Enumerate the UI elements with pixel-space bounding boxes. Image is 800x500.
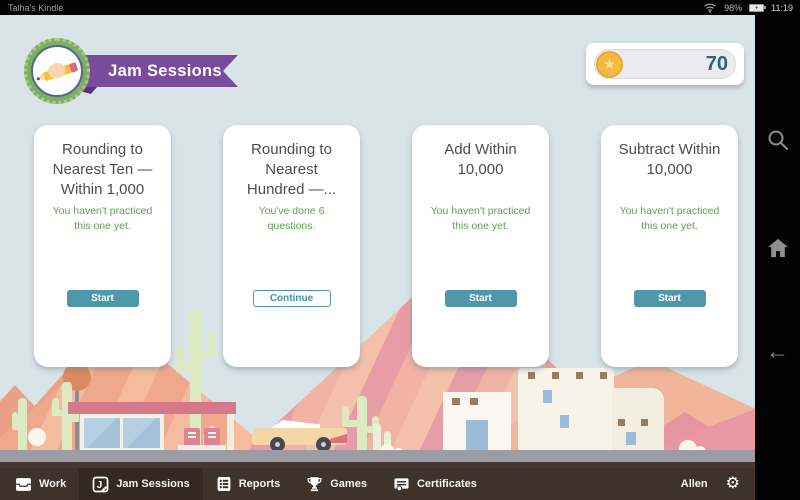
home-icon[interactable] bbox=[767, 238, 789, 258]
start-button[interactable]: Start bbox=[445, 290, 517, 307]
practice-card-rounding-ten: Rounding to Nearest Ten — Within 1,000 Y… bbox=[34, 125, 171, 367]
nav-item-certificates[interactable]: Certificates bbox=[380, 468, 490, 500]
nav-item-jam-sessions[interactable]: J Jam Sessions bbox=[79, 468, 202, 500]
page-title: Jam Sessions bbox=[108, 62, 222, 81]
card-status: You haven't practiced this one yet. bbox=[601, 204, 738, 234]
jam-sessions-pencil-icon: J bbox=[92, 476, 109, 493]
practice-card-subtract: Subtract Within 10,000 You haven't pract… bbox=[601, 125, 738, 367]
canopy-post bbox=[227, 414, 234, 450]
gear-icon[interactable]: ⚙ bbox=[726, 476, 740, 492]
card-title: Rounding to Nearest Hundred —... bbox=[223, 125, 360, 204]
battery-percent: 98% bbox=[724, 3, 742, 13]
card-status: You haven't practiced this one yet. bbox=[34, 204, 171, 234]
start-button[interactable]: Start bbox=[634, 290, 706, 307]
card-title: Rounding to Nearest Ten — Within 1,000 bbox=[34, 125, 171, 204]
adobe-building bbox=[518, 368, 614, 450]
window bbox=[123, 418, 160, 448]
status-bar: Talha's Kindle 98% 11:19 bbox=[0, 0, 800, 15]
back-arrow-icon[interactable]: ← bbox=[766, 340, 789, 363]
page-title-ribbon: Jam Sessions bbox=[82, 55, 238, 87]
trophy-icon bbox=[306, 476, 323, 492]
pebble bbox=[28, 428, 46, 446]
wifi-icon bbox=[703, 2, 717, 13]
nav-label: Jam Sessions bbox=[116, 478, 189, 490]
practice-card-add: Add Within 10,000 You haven't practiced … bbox=[412, 125, 549, 367]
adobe-building bbox=[612, 388, 664, 450]
system-sidebar: ← bbox=[755, 15, 800, 500]
nav-label: Work bbox=[39, 478, 66, 490]
coin-counter: ★ 70 bbox=[586, 43, 744, 85]
cactus bbox=[52, 382, 79, 450]
practice-card-rounding-hundred: Rounding to Nearest Hundred —... You've … bbox=[223, 125, 360, 367]
nav-item-games[interactable]: Games bbox=[293, 468, 380, 500]
device-name: Talha's Kindle bbox=[8, 3, 63, 13]
clock-time: 11:19 bbox=[771, 3, 793, 13]
gas-station-canopy bbox=[68, 402, 236, 414]
nav-item-reports[interactable]: Reports bbox=[203, 468, 294, 500]
card-title: Subtract Within 10,000 bbox=[601, 125, 738, 204]
card-status: You haven't practiced this one yet. bbox=[412, 204, 549, 234]
status-indicators: 98% 11:19 bbox=[703, 2, 793, 13]
checklist-icon bbox=[216, 476, 232, 492]
battery-charging-icon bbox=[749, 4, 764, 12]
svg-text:J: J bbox=[97, 479, 103, 490]
gas-station-building bbox=[80, 414, 164, 450]
nav-item-work[interactable]: Work bbox=[2, 468, 79, 500]
nav-label: Games bbox=[330, 478, 367, 490]
continue-button[interactable]: Continue bbox=[253, 290, 331, 307]
start-button[interactable]: Start bbox=[67, 290, 139, 307]
door bbox=[466, 420, 488, 450]
jam-sessions-badge bbox=[24, 38, 90, 104]
certificate-icon bbox=[393, 476, 410, 492]
nav-label: Reports bbox=[239, 478, 281, 490]
card-title: Add Within 10,000 bbox=[412, 125, 549, 204]
card-status: You've done 6 questions. bbox=[223, 204, 360, 234]
coin-count: 70 bbox=[706, 43, 728, 85]
adobe-house bbox=[443, 392, 511, 450]
road bbox=[0, 450, 755, 462]
search-icon[interactable] bbox=[766, 128, 790, 152]
hand-holding-pencil-icon bbox=[31, 45, 83, 97]
content-area: Jam Sessions ★ 70 Rounding to Nearest Te… bbox=[0, 15, 755, 468]
profile-name[interactable]: Allen bbox=[681, 478, 708, 490]
window bbox=[84, 418, 120, 448]
nav-label: Certificates bbox=[417, 478, 477, 490]
inbox-icon bbox=[15, 477, 32, 492]
nav-right-group: Allen ⚙ bbox=[681, 476, 755, 492]
coin-star-icon: ★ bbox=[596, 51, 623, 78]
bottom-nav-bar: Work J Jam Sessions Reports Games bbox=[0, 468, 755, 500]
